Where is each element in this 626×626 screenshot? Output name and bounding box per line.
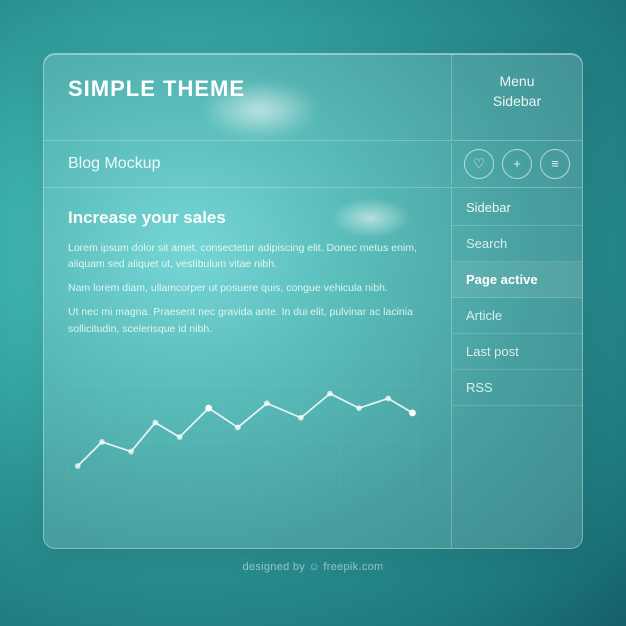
menu-label: MenuSidebar: [493, 72, 541, 111]
header-row: SIMPLE THEME MenuSidebar: [44, 54, 582, 140]
main-content: Increase your sales Lorem ipsum dolor si…: [44, 188, 452, 548]
footer: designed by ☺ freepik.com: [242, 561, 383, 573]
footer-domain: freepik.com: [320, 561, 384, 573]
sidebar-item-rss[interactable]: RSS: [452, 370, 582, 406]
main-para-2: Nam lorem diam, ullamcorper ut posuere q…: [68, 280, 427, 296]
menu-icon-button[interactable]: ≡: [540, 149, 570, 179]
sidebar-header: Sidebar: [452, 188, 582, 226]
heart-icon: ♡: [473, 156, 485, 172]
plus-icon: +: [513, 156, 521, 171]
line-chart: [68, 355, 427, 495]
freepik-icon: ☺: [308, 561, 320, 573]
nav-row: Blog Mockup ♡ + ≡: [44, 141, 582, 188]
hamburger-icon: ≡: [551, 156, 559, 171]
outer-wrapper: SIMPLE THEME MenuSidebar Blog Mockup ♡ +…: [33, 33, 593, 593]
main-para-1: Lorem ipsum dolor sit amet, consectetur …: [68, 240, 427, 273]
nav-icons: ♡ + ≡: [452, 141, 582, 187]
chart-area: [68, 355, 427, 532]
sidebar-item-last-post[interactable]: Last post: [452, 334, 582, 370]
plus-icon-button[interactable]: +: [502, 149, 532, 179]
header-menu-section: MenuSidebar: [452, 54, 582, 139]
sidebar: Sidebar Search Page active Article Last …: [452, 188, 582, 548]
site-title: SIMPLE THEME: [68, 76, 427, 102]
main-heading: Increase your sales: [68, 208, 427, 228]
main-card: SIMPLE THEME MenuSidebar Blog Mockup ♡ +…: [43, 53, 583, 548]
main-para-3: Ut nec mi magna. Praesent nec gravida an…: [68, 304, 427, 337]
footer-text: designed by: [242, 561, 308, 573]
sidebar-item-page-active[interactable]: Page active: [452, 262, 582, 298]
content-row: Increase your sales Lorem ipsum dolor si…: [44, 188, 582, 548]
heart-icon-button[interactable]: ♡: [464, 149, 494, 179]
header-title-section: SIMPLE THEME: [44, 54, 452, 139]
sidebar-item-search[interactable]: Search: [452, 226, 582, 262]
blog-label: Blog Mockup: [44, 143, 452, 185]
sidebar-item-article[interactable]: Article: [452, 298, 582, 334]
